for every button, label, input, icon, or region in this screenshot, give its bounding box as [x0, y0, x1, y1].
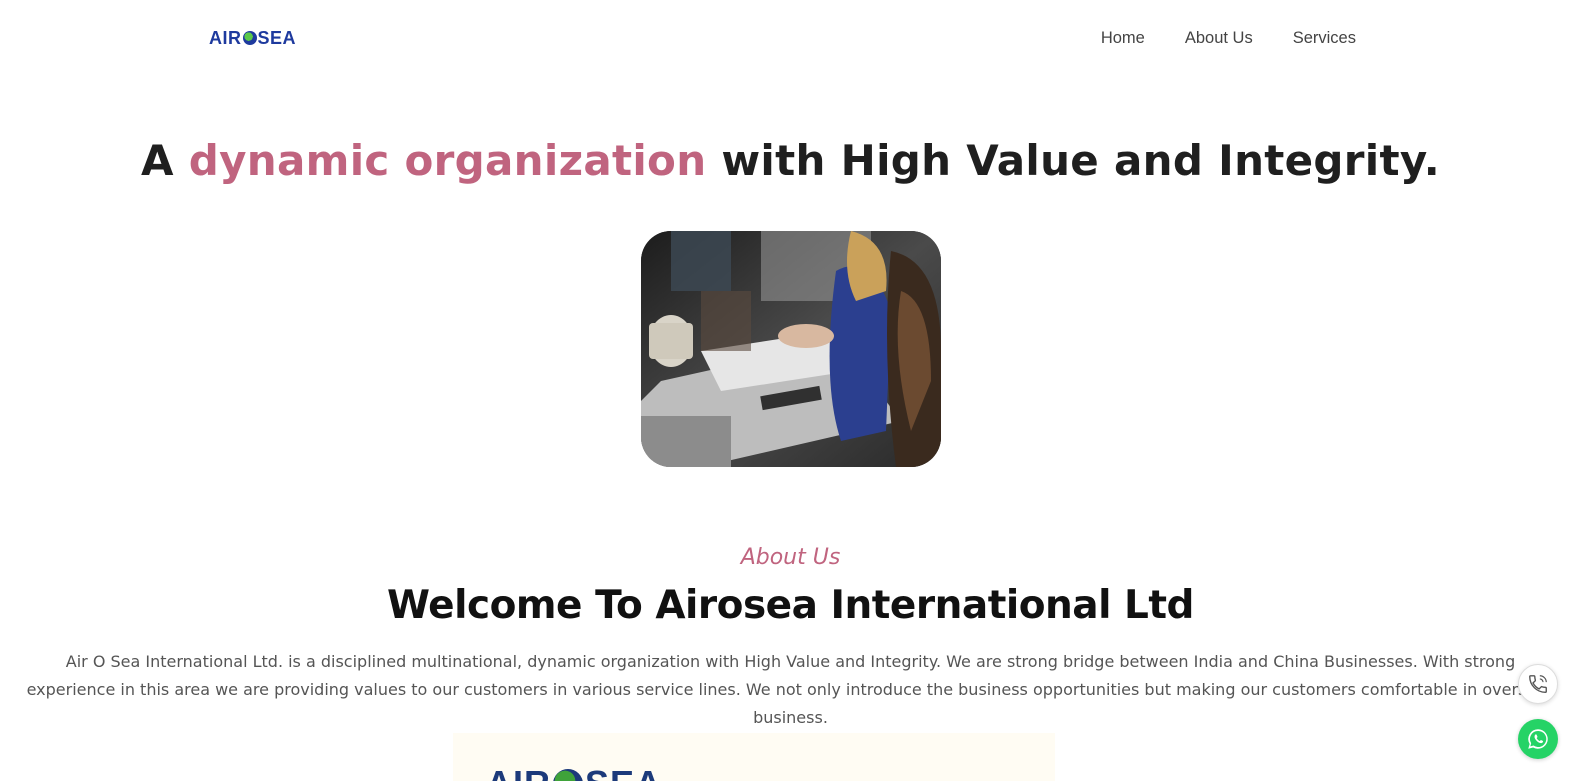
about-paragraph: Air O Sea International Ltd. is a discip… [26, 652, 1555, 727]
logo-card-text-right: SEA [585, 763, 662, 781]
logo-card: AIR SEA [453, 733, 1055, 781]
nav-services[interactable]: Services [1293, 26, 1356, 50]
whatsapp-icon [1528, 729, 1548, 749]
hero-title-suffix: with High Value and Integrity. [706, 136, 1440, 185]
nav-about-us[interactable]: About Us [1185, 26, 1253, 50]
whatsapp-button[interactable] [1518, 719, 1558, 759]
logo-globe-icon [242, 31, 257, 45]
nav-home[interactable]: Home [1101, 26, 1145, 50]
hero-title: A dynamic organization with High Value a… [0, 136, 1581, 185]
site-logo[interactable]: AIR SEA [209, 27, 296, 49]
hero-title-accent: dynamic organization [188, 136, 707, 185]
logo-card-logo: AIR SEA [486, 763, 662, 781]
hero-title-prefix: A [141, 136, 189, 185]
hero-image [641, 231, 941, 467]
main-nav: Home About Us Services [1101, 26, 1356, 50]
phone-icon [1529, 675, 1547, 693]
logo-text-right: SEA [257, 27, 297, 48]
about-kicker: About Us [740, 545, 841, 570]
logo-text-left: AIR [209, 27, 242, 48]
office-meeting-photo [641, 231, 941, 467]
logo-card-text-left: AIR [486, 763, 551, 781]
call-button[interactable] [1518, 664, 1558, 704]
logo-card-globe-icon [553, 769, 583, 781]
about-title: Welcome To Airosea International Ltd [387, 583, 1194, 628]
navbar: AIR SEA Home About Us Services [0, 0, 1581, 76]
